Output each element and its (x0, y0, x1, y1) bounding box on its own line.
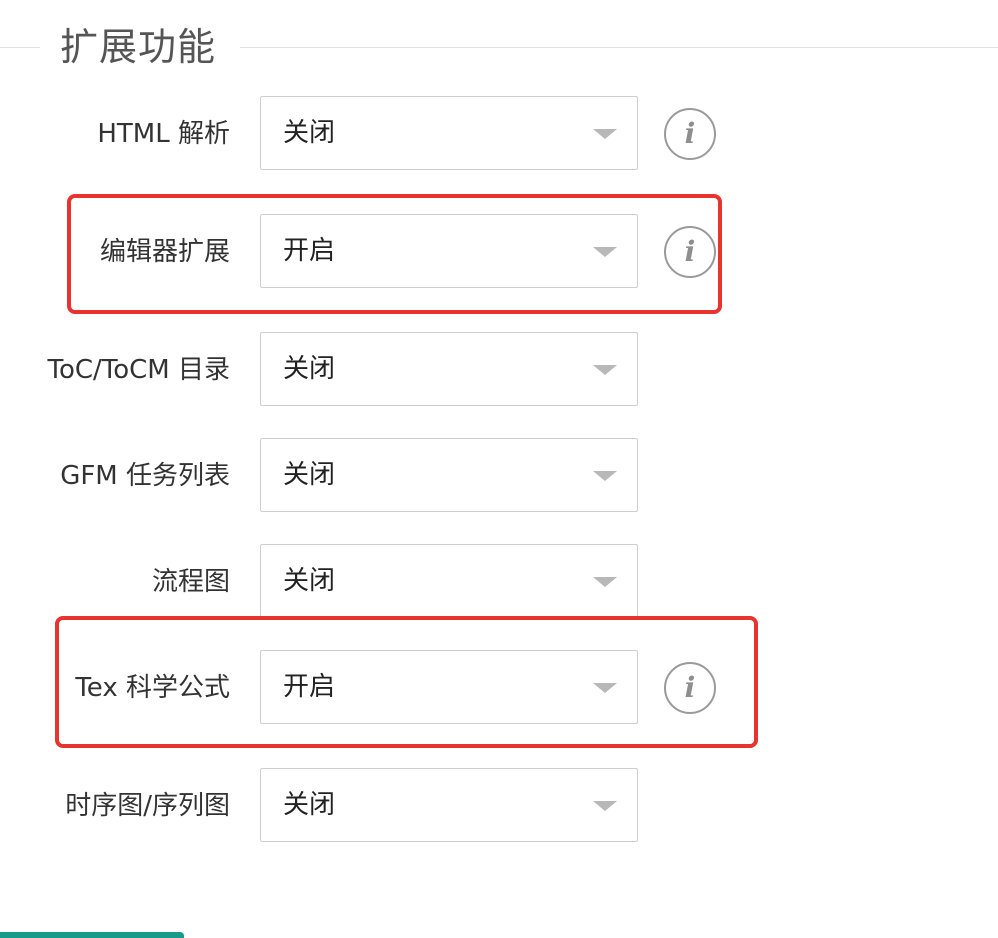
info-icon[interactable]: i (664, 226, 716, 278)
setting-label: 编辑器扩展 (99, 237, 230, 267)
select-value: 关闭 (283, 118, 336, 148)
select-value: 关闭 (283, 460, 336, 490)
setting-label: ToC/ToCM 目录 (47, 355, 230, 385)
setting-select-toc[interactable]: 关闭 (260, 332, 638, 406)
setting-row-sequence-diagram: 时序图/序列图 关闭 (0, 768, 998, 844)
section-divider-left (0, 47, 40, 48)
caret-down-icon (593, 801, 617, 811)
setting-row-gfm-tasklist: GFM 任务列表 关闭 (0, 438, 998, 514)
setting-select-html-parse[interactable]: 关闭 (260, 96, 638, 170)
info-icon[interactable]: i (664, 108, 716, 160)
select-value: 关闭 (283, 566, 336, 596)
setting-label: 流程图 (151, 567, 230, 597)
setting-row-flowchart: 流程图 关闭 (0, 544, 998, 620)
setting-label: HTML 解析 (97, 119, 230, 149)
setting-label: 时序图/序列图 (65, 791, 230, 821)
caret-down-icon (593, 247, 617, 257)
section-title: 扩展功能 (60, 25, 217, 69)
setting-label: GFM 任务列表 (60, 461, 230, 491)
setting-row-toc: ToC/ToCM 目录 关闭 (0, 332, 998, 408)
caret-down-icon (593, 471, 617, 481)
caret-down-icon (593, 577, 617, 587)
setting-select-flowchart[interactable]: 关闭 (260, 544, 638, 618)
select-value: 关闭 (283, 790, 336, 820)
setting-row-tex: Tex 科学公式 开启 i (0, 650, 998, 726)
info-icon[interactable]: i (664, 662, 716, 714)
caret-down-icon (593, 683, 617, 693)
select-value: 关闭 (283, 354, 336, 384)
caret-down-icon (593, 365, 617, 375)
setting-row-html-parse: HTML 解析 关闭 i (0, 96, 998, 172)
section-divider-right (240, 47, 998, 48)
setting-select-gfm-tasklist[interactable]: 关闭 (260, 438, 638, 512)
select-value: 开启 (283, 672, 336, 702)
setting-select-tex[interactable]: 开启 (260, 650, 638, 724)
setting-select-editor-extension[interactable]: 开启 (260, 214, 638, 288)
bottom-button-edge[interactable] (0, 932, 184, 938)
caret-down-icon (593, 129, 617, 139)
select-value: 开启 (283, 236, 336, 266)
setting-select-sequence-diagram[interactable]: 关闭 (260, 768, 638, 842)
setting-row-editor-extension: 编辑器扩展 开启 i (0, 214, 998, 290)
setting-label: Tex 科学公式 (75, 673, 230, 703)
